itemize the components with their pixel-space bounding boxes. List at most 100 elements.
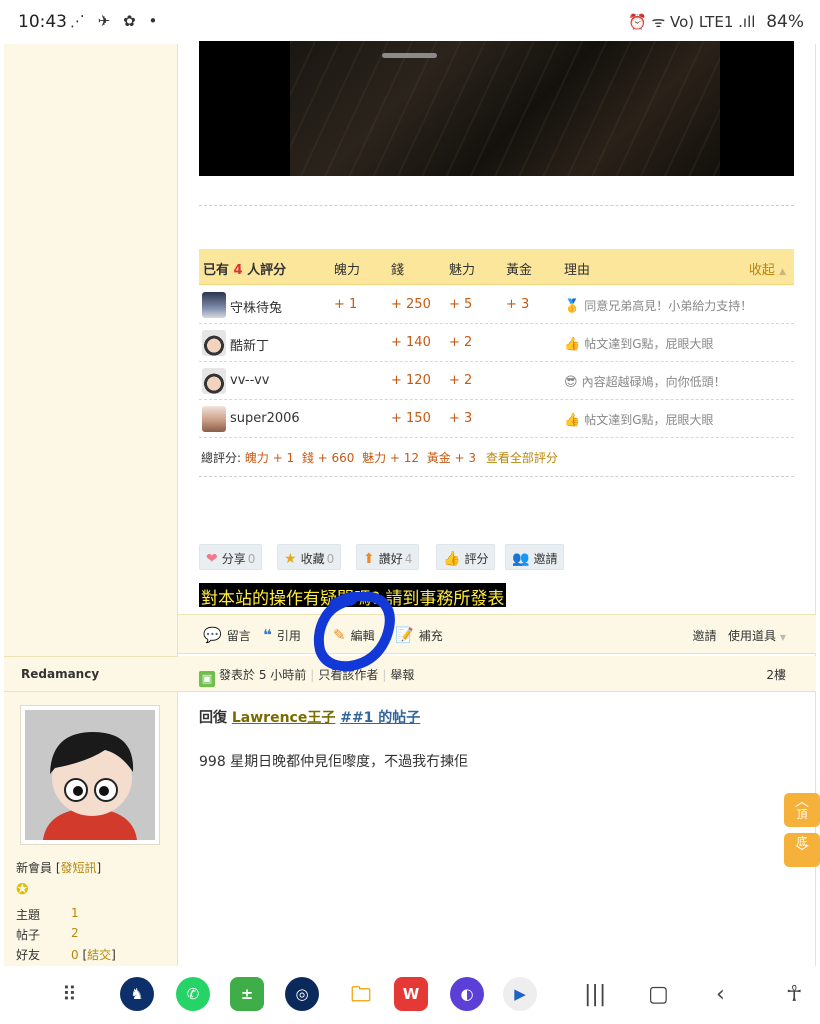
status-bar: 10:43 ⋰ ✈ ✿ • ⏰ ᯤ Vo) LTE1 .ıll 84% <box>0 0 820 44</box>
rating-header: 已有 4 人評分 魄力 錢 魅力 黃金 理由 收起 ▲ <box>199 249 794 285</box>
rating-row: 守株待兔 + 1 + 250 + 5 + 3 🥇 同意兄弟高見！小弟給力支持！ <box>199 286 794 324</box>
post-body: 998 星期日晚都仲見佢嚟度，不過我冇揀佢 <box>199 754 469 770</box>
send-pm-link[interactable]: 發短訊 <box>61 861 97 875</box>
medal-icon: 🥇 <box>564 299 581 314</box>
like-button[interactable]: ⬆ 讚好 4 <box>356 544 420 570</box>
floor-number[interactable]: 2樓 <box>766 666 786 683</box>
video-app-icon[interactable]: ▶ <box>503 977 537 1011</box>
whatsapp-icon[interactable]: ✆ <box>176 977 210 1011</box>
rate-button[interactable]: 👍 評分 <box>436 544 496 570</box>
rating-gold: + 3 <box>506 297 530 312</box>
rating-row: vv--vv + 120 + 2 😎 內容超越碌鳩，向你低頭！ <box>199 362 794 400</box>
bank-app-icon[interactable]: ◎ <box>285 977 319 1011</box>
rating-charm: + 2 <box>449 335 473 350</box>
avatar-illustration <box>25 710 155 840</box>
post-toolbar: 💬 留言 ❝ 引用 ✎ 編輯 📝 補充 邀請 使用道具 ▼ <box>178 614 816 654</box>
rating-power: + 1 <box>334 297 358 312</box>
quote-icon: ❝ <box>263 626 272 644</box>
rater-name[interactable]: vv--vv <box>230 373 269 388</box>
add-friend-link[interactable]: 結交 <box>87 948 111 962</box>
sunglasses-icon: 😎 <box>564 375 578 390</box>
rating-money: + 140 <box>391 335 431 350</box>
favorite-button[interactable]: ★ 收藏 0 <box>277 544 342 570</box>
col-power: 魄力 <box>334 263 361 278</box>
samsung-internet-icon[interactable]: ◐ <box>450 977 484 1011</box>
video-player[interactable] <box>199 41 794 176</box>
rating-money: + 250 <box>391 297 431 312</box>
rater-name[interactable]: 守株待兔 <box>230 297 282 316</box>
use-tool-dropdown[interactable]: 使用道具 ▼ <box>728 629 786 643</box>
supplement-button[interactable]: 📝 補充 <box>395 626 443 644</box>
rating-row: 酷新丁 + 140 + 2 👍 帖文達到G點，屁眼大眼 <box>199 324 794 362</box>
scroll-bottom-button[interactable]: 底 ﹀ <box>784 833 820 867</box>
author-name[interactable]: Redamancy <box>21 667 99 681</box>
author-friends: 好友 0 [結交] <box>16 948 116 962</box>
rater-name[interactable]: super2006 <box>230 411 300 426</box>
reply-post-link[interactable]: ##1 的帖子 <box>340 710 420 726</box>
thumbs-up-icon: 👍 <box>564 337 581 352</box>
drag-handle[interactable] <box>382 53 437 58</box>
accessibility-icon[interactable]: ☥ <box>786 982 802 1007</box>
screen: { "status": { "time": "10:43", "left_ico… <box>0 0 820 1024</box>
wps-office-icon[interactable]: W <box>394 977 428 1011</box>
heart-icon: ❤ <box>206 551 218 567</box>
toolbar-right: 邀請 使用道具 ▼ <box>693 627 786 644</box>
thumbs-up-icon: 👍 <box>443 551 461 567</box>
author-topics: 主題 1 <box>16 906 79 922</box>
app-drawer-icon[interactable]: ⠿ <box>62 982 77 1006</box>
calculator-icon[interactable]: ± <box>230 977 264 1011</box>
chevron-down-icon: ▼ <box>779 633 786 642</box>
reply-user-link[interactable]: Lawrence王子 <box>232 710 335 726</box>
invite-link[interactable]: 邀請 <box>693 629 717 643</box>
author-rank: 新會員 [發短訊] <box>16 861 102 875</box>
status-right: ⏰ ᯤ Vo) LTE1 .ıll 84% <box>628 12 804 32</box>
back-button[interactable]: ‹ <box>716 982 725 1007</box>
view-all-ratings-link[interactable]: 查看全部評分 <box>486 451 558 465</box>
home-button[interactable]: ▢ <box>648 982 669 1007</box>
col-gold: 黃金 <box>506 263 533 278</box>
video-frame <box>290 41 720 176</box>
people-icon: 👥 <box>512 551 530 567</box>
rating-charm: + 3 <box>449 411 473 426</box>
share-button[interactable]: ❤ 分享 0 <box>199 544 263 570</box>
col-reason: 理由 <box>564 263 591 278</box>
scroll-top-button[interactable]: ︿ 頂 <box>784 793 820 827</box>
star-icon: ★ <box>284 551 297 567</box>
signal-icons: ⏰ ᯤ Vo) LTE1 .ıll <box>628 13 756 31</box>
col-money: 錢 <box>391 263 405 278</box>
rating-total: 總評分: 魄力 + 1 錢 + 660 魅力 + 12 黃金 + 3 查看全部評… <box>201 451 558 465</box>
recent-apps-button[interactable]: ||| <box>584 982 606 1007</box>
rating-reason: 👍 帖文達到G點，屁眼大眼 <box>564 413 714 428</box>
invite-button[interactable]: 👥 邀請 <box>505 544 565 570</box>
post-header: ▣ 發表於 5 小時前 | 只看該作者 | 舉報 2樓 <box>178 656 816 692</box>
rating-money: + 120 <box>391 373 431 388</box>
post-time: 發表於 5 小時前 <box>219 668 307 682</box>
user-avatar[interactable] <box>202 406 226 432</box>
navigation-bar: ⠿ ♞ ✆ ± ◎ 🗀 W ◐ ▶ ||| ▢ ‹ ☥ <box>0 966 820 1024</box>
speech-bubble-icon: 💬 <box>203 626 222 644</box>
folder-icon[interactable]: 🗀 <box>344 977 378 1011</box>
rating-reason: 👍 帖文達到G點，屁眼大眼 <box>564 337 714 352</box>
collapse-link[interactable]: 收起 ▲ <box>749 259 786 278</box>
col-charm: 魅力 <box>449 263 476 278</box>
notification-icons: ⋰ ✈ ✿ • <box>70 12 162 30</box>
user-avatar[interactable] <box>202 330 226 356</box>
quote-button[interactable]: ❝ 引用 <box>263 626 301 644</box>
comment-button[interactable]: 💬 留言 <box>203 626 251 644</box>
rater-name[interactable]: 酷新丁 <box>230 335 269 354</box>
thumbs-up-icon: 👍 <box>564 413 581 428</box>
add-note-icon: 📝 <box>395 626 414 644</box>
divider <box>199 205 794 206</box>
chevron-up-icon: ▲ <box>779 267 786 277</box>
user-avatar[interactable] <box>202 292 226 318</box>
user-avatar[interactable] <box>202 368 226 394</box>
author-avatar[interactable] <box>20 705 160 845</box>
rating-money: + 150 <box>391 411 431 426</box>
rank-star-icon: ✪ <box>16 880 29 898</box>
rating-charm: + 5 <box>449 297 473 312</box>
racing-app-icon[interactable]: ♞ <box>120 977 154 1011</box>
rating-reason: 😎 內容超越碌鳩，向你低頭！ <box>564 375 726 390</box>
divider <box>199 476 794 477</box>
arrow-up-icon: ⬆ <box>363 551 375 567</box>
scribble-mark <box>313 592 395 672</box>
